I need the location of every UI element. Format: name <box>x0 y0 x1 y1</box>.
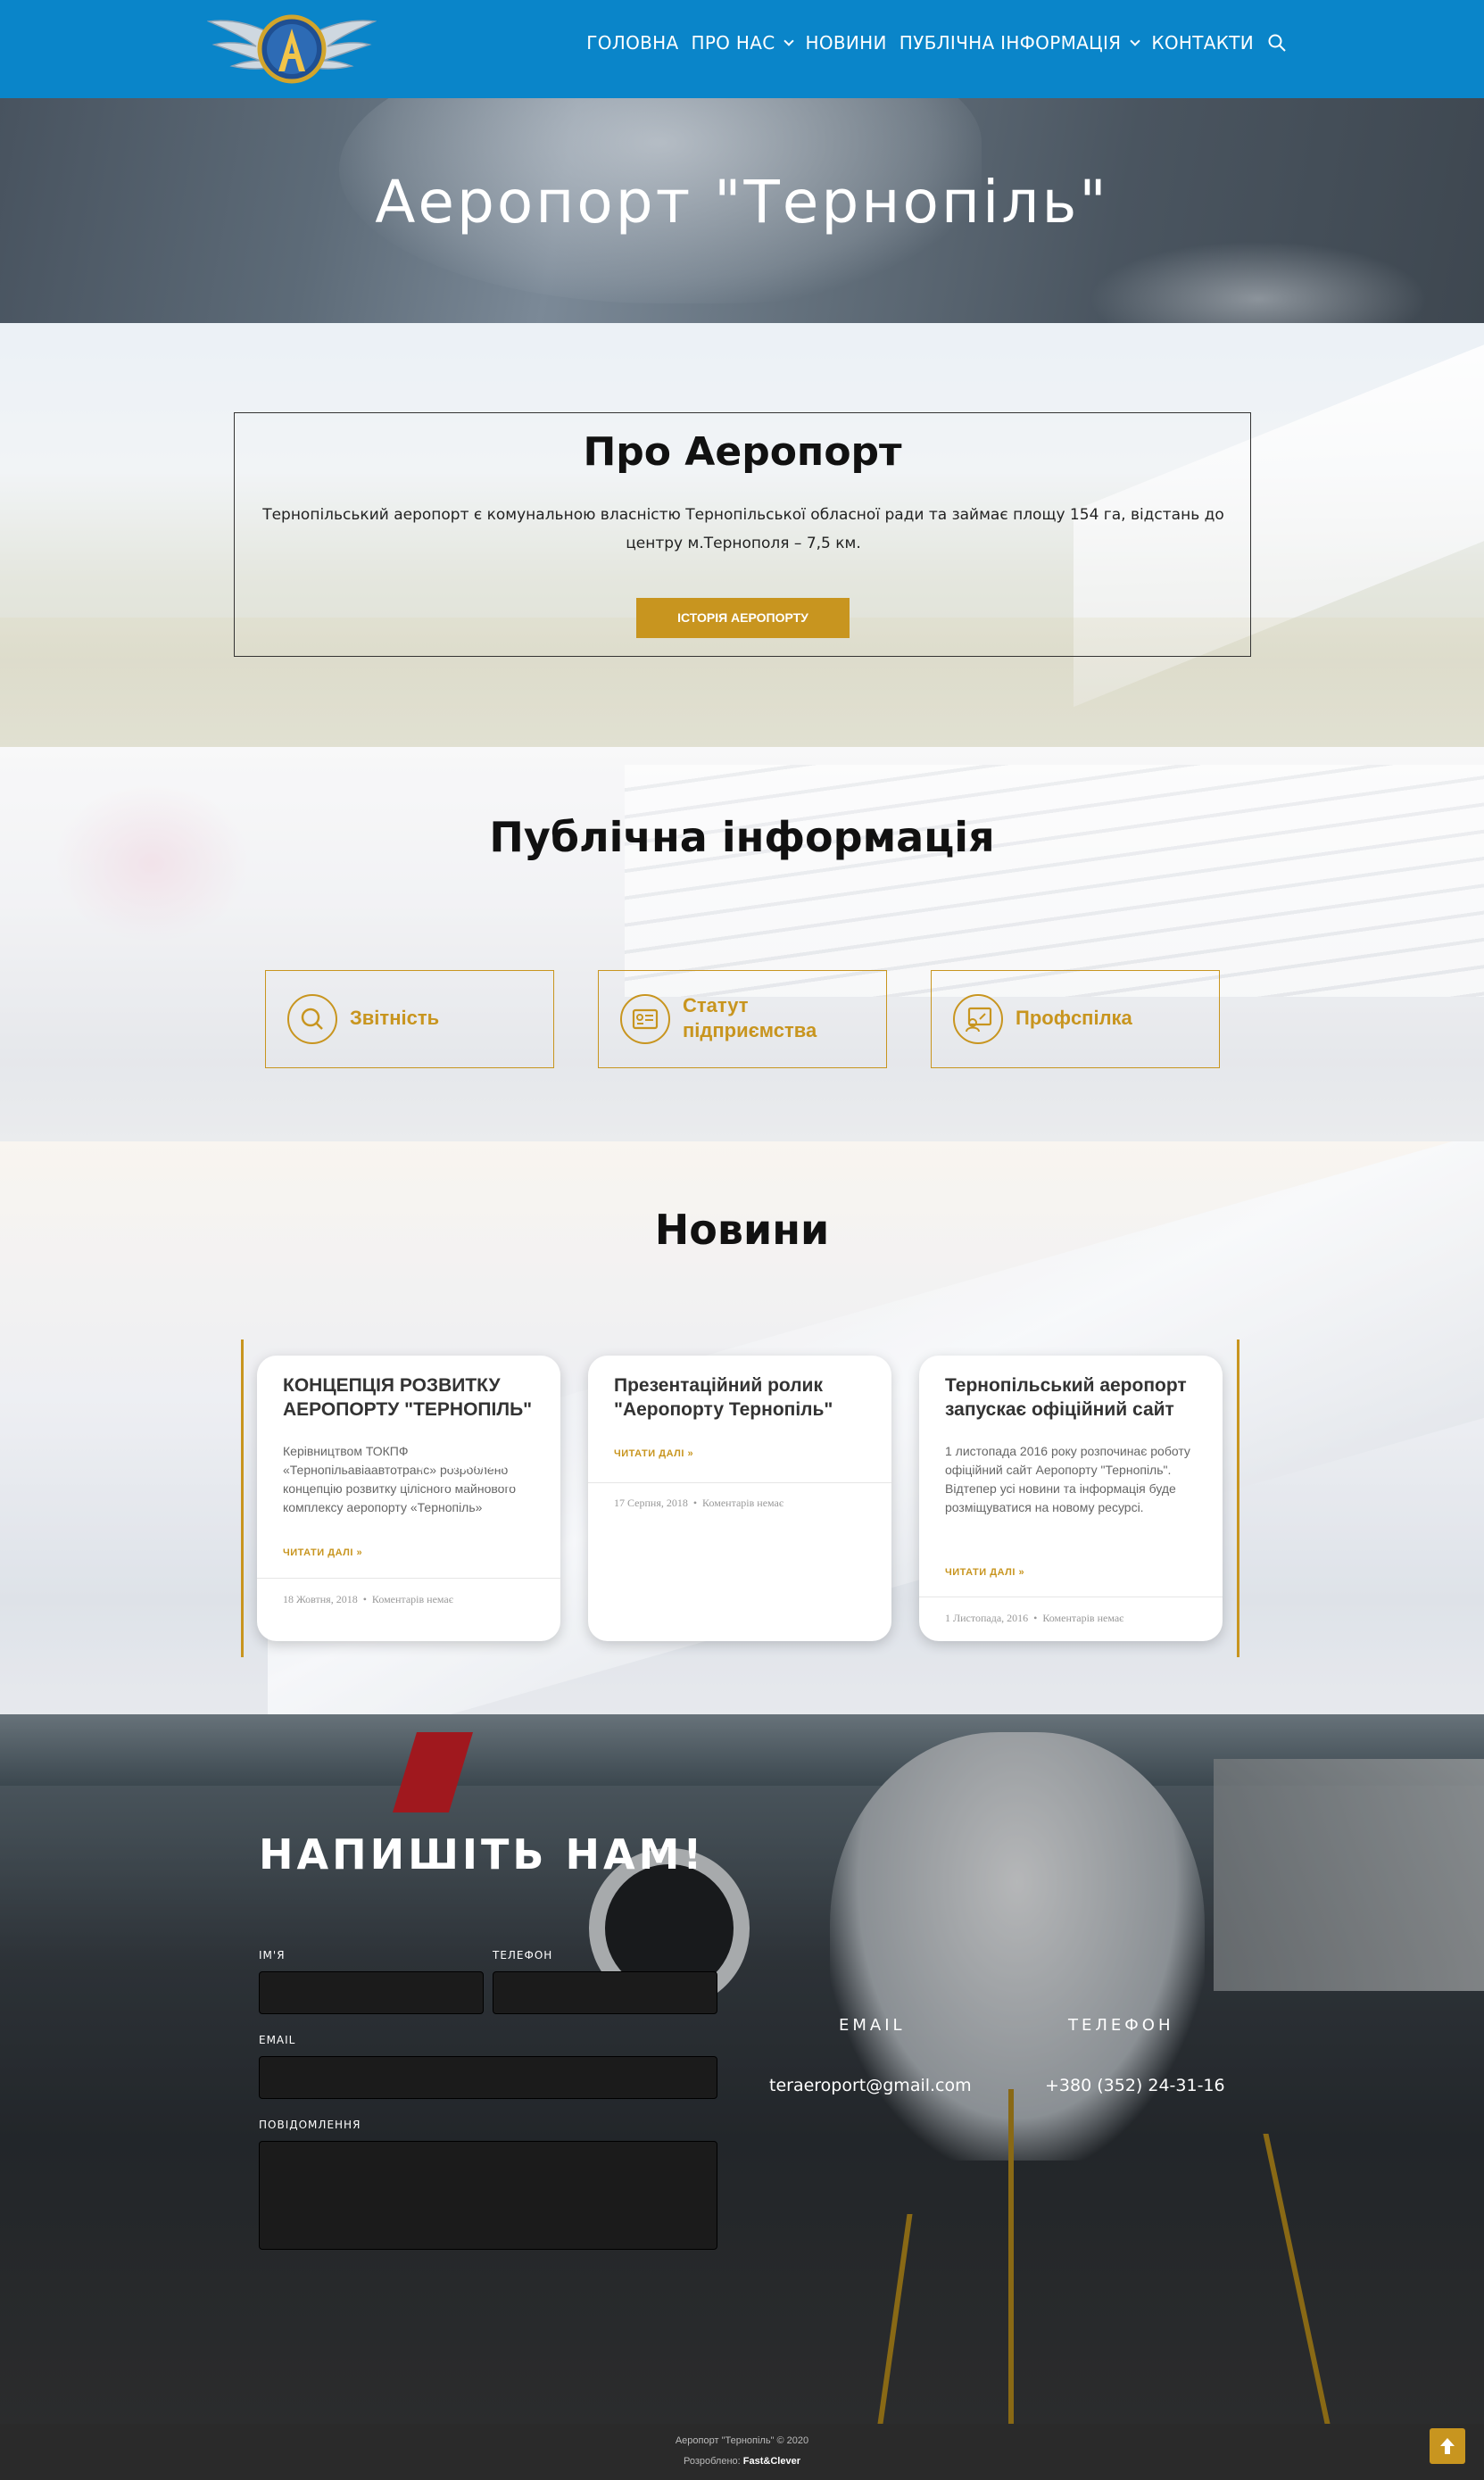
public-info-title: Публічна інформація <box>489 813 995 861</box>
news-card-excerpt: 1 листопада 2016 року розпочинає роботу … <box>945 1444 1190 1514</box>
nav-item-news[interactable]: НОВИНИ <box>805 32 886 54</box>
news-card: Тернопільський аеропорт запускає офіційн… <box>919 1356 1223 1641</box>
developer-credit: Розроблено: Fast&Clever <box>684 2456 800 2467</box>
news-title: Новини <box>654 1206 830 1254</box>
read-more-link[interactable]: ЧИТАТИ ДАЛІ » <box>945 1567 1024 1578</box>
name-field[interactable] <box>259 1971 484 2014</box>
public-info-card-reports[interactable]: Звітність <box>265 970 554 1068</box>
news-section: Новини КОНЦЕПЦІЯ РОЗВИТКУ АЕРОПОРТУ "ТЕР… <box>0 1141 1484 1714</box>
news-card-title[interactable]: Презентаційний ролик "Аеропорту Тернопіл… <box>614 1373 873 1422</box>
site-footer: Аеропорт "Тернопіль" © 2020 Розроблено: … <box>0 2424 1484 2480</box>
contact-phone-heading: ТЕЛЕФОН <box>1068 2016 1174 2035</box>
public-info-card-label: Звітність <box>350 1007 440 1029</box>
chevron-down-icon <box>783 35 795 46</box>
chevron-down-icon <box>1130 35 1141 46</box>
news-card: Презентаційний ролик "Аеропорту Тернопіл… <box>588 1356 891 1641</box>
nav-item-home[interactable]: ГОЛОВНА <box>586 32 678 54</box>
news-card-title[interactable]: Тернопільський аеропорт запускає офіційн… <box>945 1373 1204 1422</box>
phone-label: ТЕЛЕФОН <box>493 1949 553 1962</box>
news-date: 18 Жовтня, 2018 <box>283 1593 358 1605</box>
nav-item-contacts[interactable]: КОНТАКТИ <box>1151 32 1254 54</box>
copyright-text: Аеропорт "Тернопіль" © 2020 <box>675 2435 809 2446</box>
read-more-link[interactable]: ЧИТАТИ ДАЛІ » <box>614 1448 693 1459</box>
news-card: КОНЦЕПЦІЯ РОЗВИТКУ АЕРОПОРТУ "ТЕРНОПІЛЬ"… <box>257 1356 560 1641</box>
public-info-section: Публічна інформація Звітність Статут під… <box>0 747 1484 1141</box>
site-header: ГОЛОВНА ПРО НАС НОВИНИ ПУБЛІЧНА ІНФОРМАЦ… <box>0 0 1484 98</box>
public-info-card-label: Профспілка <box>1016 1007 1132 1029</box>
news-divider-left <box>241 1340 244 1657</box>
news-comments[interactable]: Коментарів немає <box>1042 1612 1123 1624</box>
search-icon <box>287 994 337 1044</box>
news-card-meta: 18 Жовтня, 2018 • Коментарів немає <box>283 1593 453 1605</box>
id-card-icon <box>620 994 670 1044</box>
hero-title: Аеропорт "Тернопіль" <box>375 168 1109 236</box>
public-info-card-label: Статут підприємства <box>683 994 817 1041</box>
news-card-title[interactable]: КОНЦЕПЦІЯ РОЗВИТКУ АЕРОПОРТУ "ТЕРНОПІЛЬ" <box>283 1373 542 1422</box>
news-date: 17 Серпня, 2018 <box>614 1497 688 1509</box>
airport-wings-logo[interactable] <box>207 9 377 89</box>
email-label: EMAIL <box>259 2034 296 2046</box>
hero-banner: Аеропорт "Тернопіль" <box>0 98 1484 323</box>
news-comments[interactable]: Коментарів немає <box>702 1497 783 1509</box>
contact-email-value[interactable]: teraeroport@gmail.com <box>769 2076 972 2095</box>
contact-form-title: НАПИШІТЬ НАМ! <box>259 1830 706 1879</box>
public-info-card-statute[interactable]: Статут підприємства <box>598 970 887 1068</box>
email-field[interactable] <box>259 2056 717 2099</box>
news-comments[interactable]: Коментарів немає <box>372 1593 453 1605</box>
hero-cloud-image <box>1089 241 1428 323</box>
send-button[interactable]: ВІДПРАВИТИ › <box>421 1446 553 1487</box>
search-icon[interactable] <box>1266 32 1288 54</box>
news-date: 1 Листопада, 2016 <box>945 1612 1029 1624</box>
news-card-meta: 17 Серпня, 2018 • Коментарів немає <box>614 1497 784 1509</box>
read-more-link[interactable]: ЧИТАТИ ДАЛІ » <box>283 1547 362 1558</box>
about-section: Про Аеропорт Тернопільський аеропорт є к… <box>0 323 1484 747</box>
main-nav: ГОЛОВНА ПРО НАС НОВИНИ ПУБЛІЧНА ІНФОРМАЦ… <box>586 32 1288 54</box>
phone-field[interactable] <box>493 1971 717 2014</box>
about-text: Тернопільський аеропорт є комунальною вл… <box>262 506 1224 552</box>
nav-item-about[interactable]: ПРО НАС <box>691 32 795 54</box>
message-label: ПОВІДОМЛЕННЯ <box>259 2119 361 2131</box>
nav-item-public-info[interactable]: ПУБЛІЧНА ІНФОРМАЦІЯ <box>900 32 1141 54</box>
news-card-meta: 1 Листопада, 2016 • Коментарів немає <box>945 1612 1124 1624</box>
contact-section: НАПИШІТЬ НАМ! ІМ'Я ТЕЛЕФОН EMAIL ПОВІДОМ… <box>0 1714 1484 2424</box>
arrow-up-icon <box>1440 2438 1455 2454</box>
news-divider-right <box>1237 1340 1239 1657</box>
back-to-top-button[interactable] <box>1430 2428 1465 2464</box>
public-info-card-union[interactable]: Профспілка <box>931 970 1220 1068</box>
message-field[interactable] <box>259 2141 717 2250</box>
developer-link[interactable]: Fast&Clever <box>743 2456 800 2467</box>
contact-phone-value[interactable]: +380 (352) 24-31-16 <box>1045 2076 1225 2095</box>
presentation-icon <box>953 994 1003 1044</box>
about-title: Про Аеропорт <box>583 429 902 475</box>
name-label: ІМ'Я <box>259 1949 286 1962</box>
airport-history-button[interactable]: ІСТОРІЯ АЕРОПОРТУ <box>636 598 850 638</box>
contact-email-heading: EMAIL <box>839 2016 906 2035</box>
about-box: Про Аеропорт Тернопільський аеропорт є к… <box>234 412 1251 657</box>
